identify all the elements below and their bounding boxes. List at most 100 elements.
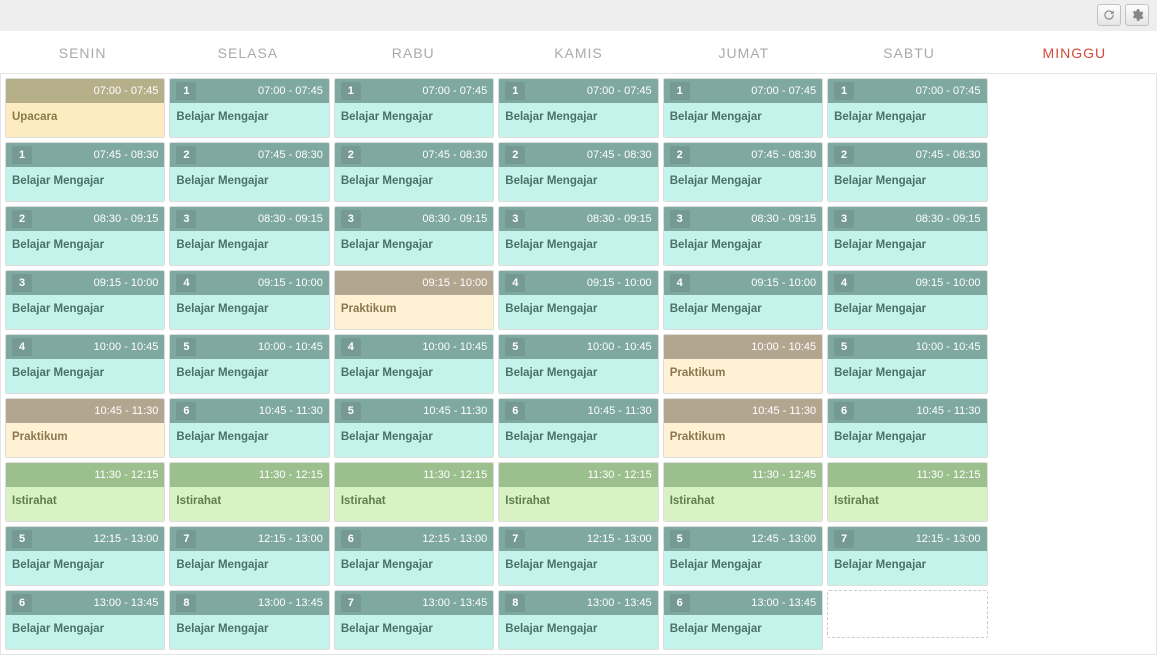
slot-number: 8: [176, 594, 196, 612]
slot-time: 11:30 - 12:45: [670, 469, 816, 481]
schedule-card[interactable]: 613:00 - 13:45Belajar Mengajar: [663, 590, 823, 650]
schedule-card[interactable]: 10:00 - 10:45Praktikum: [663, 334, 823, 394]
schedule-card[interactable]: 308:30 - 09:15Belajar Mengajar: [498, 206, 658, 266]
schedule-card[interactable]: 107:00 - 07:45Belajar Mengajar: [169, 78, 329, 138]
slot-time: 07:45 - 08:30: [367, 149, 487, 161]
schedule-card[interactable]: 09:15 - 10:00Praktikum: [334, 270, 494, 330]
card-body: Belajar Mengajar: [6, 359, 164, 393]
schedule-card[interactable]: 308:30 - 09:15Belajar Mengajar: [169, 206, 329, 266]
card-head: 208:30 - 09:15: [6, 207, 164, 231]
schedule-card[interactable]: 11:30 - 12:15Istirahat: [5, 462, 165, 522]
slot-number: 5: [505, 338, 525, 356]
card-body: Praktikum: [664, 423, 822, 457]
schedule-card[interactable]: 11:30 - 12:15Istirahat: [334, 462, 494, 522]
slot-time: 13:00 - 13:45: [38, 597, 158, 609]
empty-slot[interactable]: [827, 590, 987, 638]
schedule-card[interactable]: 409:15 - 10:00Belajar Mengajar: [663, 270, 823, 330]
schedule-card[interactable]: 813:00 - 13:45Belajar Mengajar: [498, 590, 658, 650]
schedule-card[interactable]: 107:00 - 07:45Belajar Mengajar: [498, 78, 658, 138]
schedule-card[interactable]: 207:45 - 08:30Belajar Mengajar: [827, 142, 987, 202]
schedule-card[interactable]: 207:45 - 08:30Belajar Mengajar: [498, 142, 658, 202]
schedule-card[interactable]: 712:15 - 13:00Belajar Mengajar: [169, 526, 329, 586]
schedule-card[interactable]: 512:15 - 13:00Belajar Mengajar: [5, 526, 165, 586]
card-body: Belajar Mengajar: [828, 167, 986, 201]
schedule-card[interactable]: 10:45 - 11:30Praktikum: [663, 398, 823, 458]
schedule-card[interactable]: 10:45 - 11:30Praktikum: [5, 398, 165, 458]
slot-time: 08:30 - 09:15: [38, 213, 158, 225]
schedule-card[interactable]: 409:15 - 10:00Belajar Mengajar: [169, 270, 329, 330]
slot-time: 11:30 - 12:15: [12, 469, 158, 481]
schedule-card[interactable]: 11:30 - 12:45Istirahat: [663, 462, 823, 522]
refresh-icon: [1102, 8, 1116, 22]
schedule-card[interactable]: 512:45 - 13:00Belajar Mengajar: [663, 526, 823, 586]
schedule-card[interactable]: 308:30 - 09:15Belajar Mengajar: [827, 206, 987, 266]
schedule-card[interactable]: 712:15 - 13:00Belajar Mengajar: [498, 526, 658, 586]
day-minggu[interactable]: MINGGU: [992, 31, 1157, 73]
schedule-card[interactable]: 510:00 - 10:45Belajar Mengajar: [169, 334, 329, 394]
schedule-card[interactable]: 409:15 - 10:00Belajar Mengajar: [827, 270, 987, 330]
card-head: 409:15 - 10:00: [499, 271, 657, 295]
schedule-card[interactable]: 309:15 - 10:00Belajar Mengajar: [5, 270, 165, 330]
schedule-card[interactable]: 712:15 - 13:00Belajar Mengajar: [827, 526, 987, 586]
schedule-card[interactable]: 308:30 - 09:15Belajar Mengajar: [663, 206, 823, 266]
card-head: 308:30 - 09:15: [170, 207, 328, 231]
card-body: Belajar Mengajar: [828, 551, 986, 585]
slot-number: 3: [176, 210, 196, 228]
slot-number: 6: [341, 530, 361, 548]
schedule-card[interactable]: 410:00 - 10:45Belajar Mengajar: [5, 334, 165, 394]
slot-number: 4: [341, 338, 361, 356]
schedule-card[interactable]: 308:30 - 09:15Belajar Mengajar: [334, 206, 494, 266]
schedule-card[interactable]: 409:15 - 10:00Belajar Mengajar: [498, 270, 658, 330]
schedule-card[interactable]: 610:45 - 11:30Belajar Mengajar: [169, 398, 329, 458]
card-head: 713:00 - 13:45: [335, 591, 493, 615]
schedule-card[interactable]: 107:45 - 08:30Belajar Mengajar: [5, 142, 165, 202]
schedule-card[interactable]: 610:45 - 11:30Belajar Mengajar: [827, 398, 987, 458]
schedule-card[interactable]: 510:00 - 10:45Belajar Mengajar: [827, 334, 987, 394]
schedule-card[interactable]: 11:30 - 12:15Istirahat: [498, 462, 658, 522]
day-senin[interactable]: SENIN: [0, 31, 165, 73]
slot-number: 4: [12, 338, 32, 356]
day-jumat[interactable]: JUMAT: [661, 31, 826, 73]
schedule-card[interactable]: 510:00 - 10:45Belajar Mengajar: [498, 334, 658, 394]
day-kamis[interactable]: KAMIS: [496, 31, 661, 73]
schedule-card[interactable]: 207:45 - 08:30Belajar Mengajar: [169, 142, 329, 202]
schedule-card[interactable]: 11:30 - 12:15Istirahat: [827, 462, 987, 522]
slot-number: 1: [341, 82, 361, 100]
card-head: 712:15 - 13:00: [828, 527, 986, 551]
schedule-card[interactable]: 208:30 - 09:15Belajar Mengajar: [5, 206, 165, 266]
schedule-card[interactable]: 207:45 - 08:30Belajar Mengajar: [334, 142, 494, 202]
schedule-card[interactable]: 613:00 - 13:45Belajar Mengajar: [5, 590, 165, 650]
card-body: Belajar Mengajar: [335, 231, 493, 265]
schedule-card[interactable]: 713:00 - 13:45Belajar Mengajar: [334, 590, 494, 650]
schedule-card[interactable]: 813:00 - 13:45Belajar Mengajar: [169, 590, 329, 650]
day-sabtu[interactable]: SABTU: [826, 31, 991, 73]
card-head: 409:15 - 10:00: [170, 271, 328, 295]
card-body: Belajar Mengajar: [335, 615, 493, 649]
schedule-column: 07:00 - 07:45Upacara107:45 - 08:30Belaja…: [5, 78, 165, 650]
slot-time: 12:15 - 13:00: [38, 533, 158, 545]
card-body: Belajar Mengajar: [6, 551, 164, 585]
schedule-card[interactable]: 510:45 - 11:30Belajar Mengajar: [334, 398, 494, 458]
card-body: Praktikum: [6, 423, 164, 457]
settings-button[interactable]: [1125, 4, 1149, 26]
card-head: 107:00 - 07:45: [828, 79, 986, 103]
schedule-card[interactable]: 610:45 - 11:30Belajar Mengajar: [498, 398, 658, 458]
card-body: Belajar Mengajar: [170, 167, 328, 201]
schedule-card[interactable]: 07:00 - 07:45Upacara: [5, 78, 165, 138]
slot-time: 12:15 - 13:00: [367, 533, 487, 545]
slot-time: 10:45 - 11:30: [367, 405, 487, 417]
refresh-button[interactable]: [1097, 4, 1121, 26]
schedule-card[interactable]: 612:15 - 13:00Belajar Mengajar: [334, 526, 494, 586]
slot-time: 09:15 - 10:00: [202, 277, 322, 289]
card-head: 10:45 - 11:30: [664, 399, 822, 423]
schedule-card[interactable]: 410:00 - 10:45Belajar Mengajar: [334, 334, 494, 394]
schedule-card[interactable]: 107:00 - 07:45Belajar Mengajar: [334, 78, 494, 138]
schedule-card[interactable]: 107:00 - 07:45Belajar Mengajar: [827, 78, 987, 138]
schedule-card[interactable]: 207:45 - 08:30Belajar Mengajar: [663, 142, 823, 202]
schedule-card[interactable]: 107:00 - 07:45Belajar Mengajar: [663, 78, 823, 138]
slot-number: 2: [505, 146, 525, 164]
card-head: 09:15 - 10:00: [335, 271, 493, 295]
schedule-card[interactable]: 11:30 - 12:15Istirahat: [169, 462, 329, 522]
day-selasa[interactable]: SELASA: [165, 31, 330, 73]
day-rabu[interactable]: RABU: [331, 31, 496, 73]
